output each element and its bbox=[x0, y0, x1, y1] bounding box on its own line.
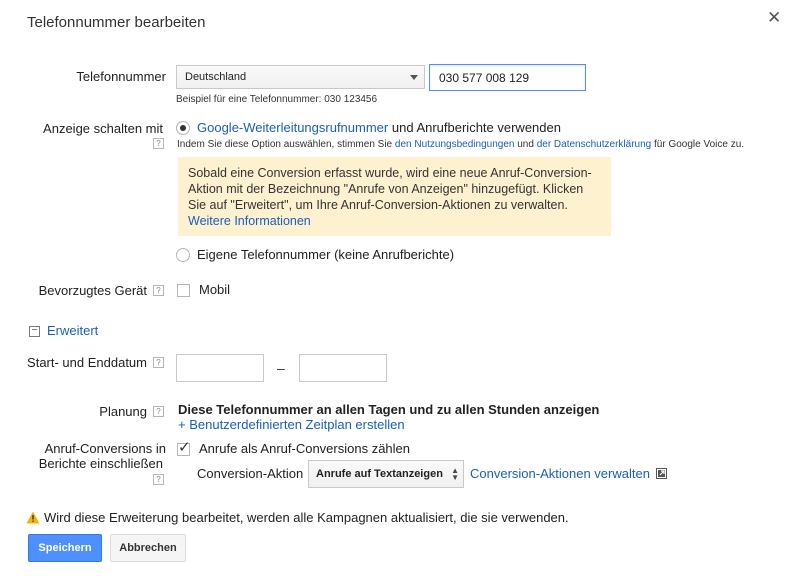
conversion-action-value: Anrufe auf Textanzeigen bbox=[316, 468, 443, 480]
radio-forwarding-number[interactable] bbox=[176, 121, 190, 135]
phone-label: Telefonnummer bbox=[76, 69, 166, 84]
close-icon[interactable]: ✕ bbox=[767, 9, 781, 27]
conversion-action-select[interactable]: Anrufe auf Textanzeigen ▲ ▼ bbox=[308, 460, 464, 488]
dates-label: Start- und Enddatum bbox=[27, 355, 147, 370]
manage-conversions-label: Conversion-Aktionen verwalten bbox=[470, 466, 650, 481]
start-date-input[interactable] bbox=[176, 354, 264, 382]
dialog-title: Telefonnummer bearbeiten bbox=[27, 14, 206, 31]
country-select-value: Deutschland bbox=[185, 71, 247, 83]
radio-own-number[interactable] bbox=[176, 248, 190, 262]
manage-conversions-link[interactable]: Conversion-Aktionen verwalten bbox=[470, 466, 667, 481]
warning-icon bbox=[26, 511, 40, 524]
option-own-number: Eigene Telefonnummer (keine Anrufbericht… bbox=[197, 247, 455, 262]
phone-number-input[interactable] bbox=[429, 64, 586, 91]
conversion-action-label: Conversion-Aktion bbox=[197, 466, 304, 481]
terms-notice: Indem Sie diese Option auswählen, stimme… bbox=[177, 139, 744, 150]
collapse-icon[interactable]: − bbox=[29, 326, 40, 337]
updown-arrows-icon: ▲ ▼ bbox=[451, 466, 459, 482]
help-icon[interactable]: ? bbox=[153, 357, 164, 368]
warning-text: Wird diese Erweiterung bearbeitet, werde… bbox=[44, 510, 569, 525]
checkmark-icon: ✓ bbox=[178, 439, 191, 456]
terms-and: und bbox=[517, 139, 534, 150]
more-info-link[interactable]: Weitere Informationen bbox=[188, 214, 311, 228]
conversion-notice: Sobald eine Conversion erfasst wurde, wi… bbox=[178, 157, 611, 236]
forwarding-number-link[interactable]: Google-Weiterleitungsrufnummer bbox=[197, 120, 388, 135]
help-icon[interactable]: ? bbox=[153, 138, 164, 149]
notice-text: Sobald eine Conversion erfasst wurde, wi… bbox=[188, 166, 592, 212]
mobile-checkbox[interactable] bbox=[177, 284, 190, 297]
terms-link[interactable]: den Nutzungsbedingungen bbox=[395, 139, 515, 150]
cancel-button[interactable]: Abbrechen bbox=[110, 534, 186, 562]
privacy-link[interactable]: der Datenschutzerklärung bbox=[537, 139, 652, 150]
count-conversions-label: Anrufe als Anruf-Conversions zählen bbox=[199, 441, 411, 456]
schedule-text: Diese Telefonnummer an allen Tagen und z… bbox=[178, 402, 600, 417]
end-date-input[interactable] bbox=[299, 354, 387, 382]
mobile-label: Mobil bbox=[199, 282, 231, 297]
help-icon[interactable]: ? bbox=[153, 285, 164, 296]
terms-suffix: für Google Voice zu. bbox=[654, 139, 745, 150]
country-select[interactable]: Deutschland bbox=[176, 65, 425, 89]
terms-prefix: Indem Sie diese Option auswählen, stimme… bbox=[177, 139, 393, 150]
phone-example: Beispiel für eine Telefonnummer: 030 123… bbox=[176, 94, 378, 105]
option-forwarding: Google-Weiterleitungsrufnummer und Anruf… bbox=[197, 120, 561, 135]
save-button[interactable]: Speichern bbox=[28, 534, 102, 562]
help-icon[interactable]: ? bbox=[153, 474, 164, 485]
display-label: Anzeige schalten mit bbox=[43, 121, 163, 136]
chevron-down-icon bbox=[410, 75, 418, 80]
schedule-label: Planung bbox=[99, 404, 147, 419]
external-link-icon bbox=[655, 468, 667, 479]
conversions-label-line1: Anruf-Conversions in bbox=[44, 441, 166, 456]
count-conversions-checkbox[interactable]: ✓ bbox=[177, 439, 191, 456]
advanced-toggle[interactable]: Erweitert bbox=[47, 323, 98, 338]
device-label: Bevorzugtes Gerät bbox=[38, 283, 147, 298]
date-separator: – bbox=[277, 360, 285, 376]
conversions-label-line2: Berichte einschließen bbox=[38, 456, 163, 471]
custom-schedule-link[interactable]: + Benutzerdefinierten Zeitplan erstellen bbox=[178, 417, 405, 432]
help-icon[interactable]: ? bbox=[153, 406, 164, 417]
forwarding-number-rest: und Anrufberichte verwenden bbox=[391, 120, 561, 135]
